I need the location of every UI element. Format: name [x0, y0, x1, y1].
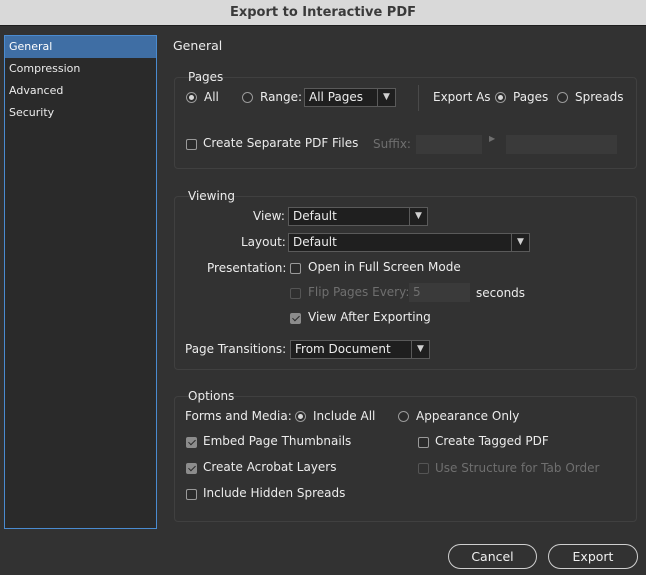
pages-group-label: Pages	[188, 70, 224, 84]
view-select-value: Default	[293, 209, 337, 223]
full-screen-label: Open in Full Screen Mode	[308, 260, 461, 274]
tab-order-checkbox[interactable]	[418, 463, 429, 474]
cancel-button[interactable]: Cancel	[448, 544, 537, 569]
thumbnails-checkbox[interactable]	[186, 437, 197, 448]
group-divider	[418, 85, 419, 111]
seconds-label: seconds	[476, 286, 526, 300]
include-all-label: Include All	[313, 409, 376, 423]
hidden-spreads-label: Include Hidden Spreads	[203, 486, 346, 500]
view-after-label: View After Exporting	[308, 310, 431, 324]
forms-media-label: Forms and Media:	[185, 409, 292, 423]
sidebar-item-general[interactable]: General	[5, 36, 156, 58]
appearance-only-radio[interactable]	[398, 411, 409, 422]
pages-group	[174, 77, 637, 169]
separate-files-checkbox[interactable]	[186, 139, 197, 150]
thumbnails-label: Embed Page Thumbnails	[203, 434, 352, 448]
suffix-input-2[interactable]	[506, 135, 617, 154]
view-after-checkbox[interactable]	[290, 313, 301, 324]
tagged-pdf-label: Create Tagged PDF	[435, 434, 549, 448]
pages-all-radio[interactable]	[186, 92, 197, 103]
export-pages-label: Pages	[513, 90, 549, 104]
export-spreads-radio[interactable]	[557, 92, 568, 103]
export-button[interactable]: Export	[548, 544, 638, 569]
chevron-down-icon: ▼	[511, 234, 529, 251]
acrobat-layers-checkbox[interactable]	[186, 463, 197, 474]
transitions-label: Page Transitions:	[185, 342, 287, 356]
viewing-group-label: Viewing	[188, 189, 236, 203]
sidebar-item-advanced[interactable]: Advanced	[5, 80, 156, 102]
pages-range-label: Range:	[260, 90, 303, 104]
range-select[interactable]: All Pages ▼	[304, 88, 396, 107]
separate-files-label: Create Separate PDF Files	[203, 136, 359, 150]
view-select[interactable]: Default ▼	[288, 207, 428, 226]
hidden-spreads-checkbox[interactable]	[186, 489, 197, 500]
category-sidebar: General Compression Advanced Security	[4, 35, 157, 529]
layout-label: Layout:	[241, 235, 286, 249]
flip-pages-label: Flip Pages Every:	[308, 285, 410, 299]
layout-select[interactable]: Default ▼	[288, 233, 530, 252]
acrobat-layers-label: Create Acrobat Layers	[203, 460, 337, 474]
export-as-label: Export As	[433, 90, 491, 104]
sidebar-item-security[interactable]: Security	[5, 102, 156, 124]
view-label: View:	[253, 209, 285, 223]
flip-seconds-input[interactable]: 5	[409, 283, 470, 302]
tab-order-label: Use Structure for Tab Order	[435, 461, 600, 475]
flip-pages-checkbox[interactable]	[290, 288, 301, 299]
chevron-down-icon: ▼	[409, 208, 427, 225]
options-group-label: Options	[188, 389, 235, 403]
window-title: Export to Interactive PDF	[0, 0, 646, 26]
suffix-input[interactable]	[416, 135, 482, 154]
export-spreads-label: Spreads	[575, 90, 624, 104]
sidebar-item-compression[interactable]: Compression	[5, 58, 156, 80]
transitions-select-value: From Document	[295, 342, 391, 356]
chevron-down-icon: ▼	[411, 341, 429, 358]
panel-title: General	[173, 38, 223, 53]
tagged-pdf-checkbox[interactable]	[418, 437, 429, 448]
appearance-only-label: Appearance Only	[416, 409, 520, 423]
pages-all-label: All	[204, 90, 219, 104]
chevron-right-icon: ▶	[489, 134, 496, 143]
chevron-down-icon: ▼	[377, 89, 395, 106]
full-screen-checkbox[interactable]	[290, 263, 301, 274]
pages-range-radio[interactable]	[242, 92, 253, 103]
presentation-label: Presentation:	[207, 261, 287, 275]
range-select-value: All Pages	[309, 90, 363, 104]
include-all-radio[interactable]	[295, 411, 306, 422]
layout-select-value: Default	[293, 235, 337, 249]
export-pages-radio[interactable]	[495, 92, 506, 103]
suffix-label: Suffix:	[373, 137, 411, 151]
transitions-select[interactable]: From Document ▼	[290, 340, 430, 359]
